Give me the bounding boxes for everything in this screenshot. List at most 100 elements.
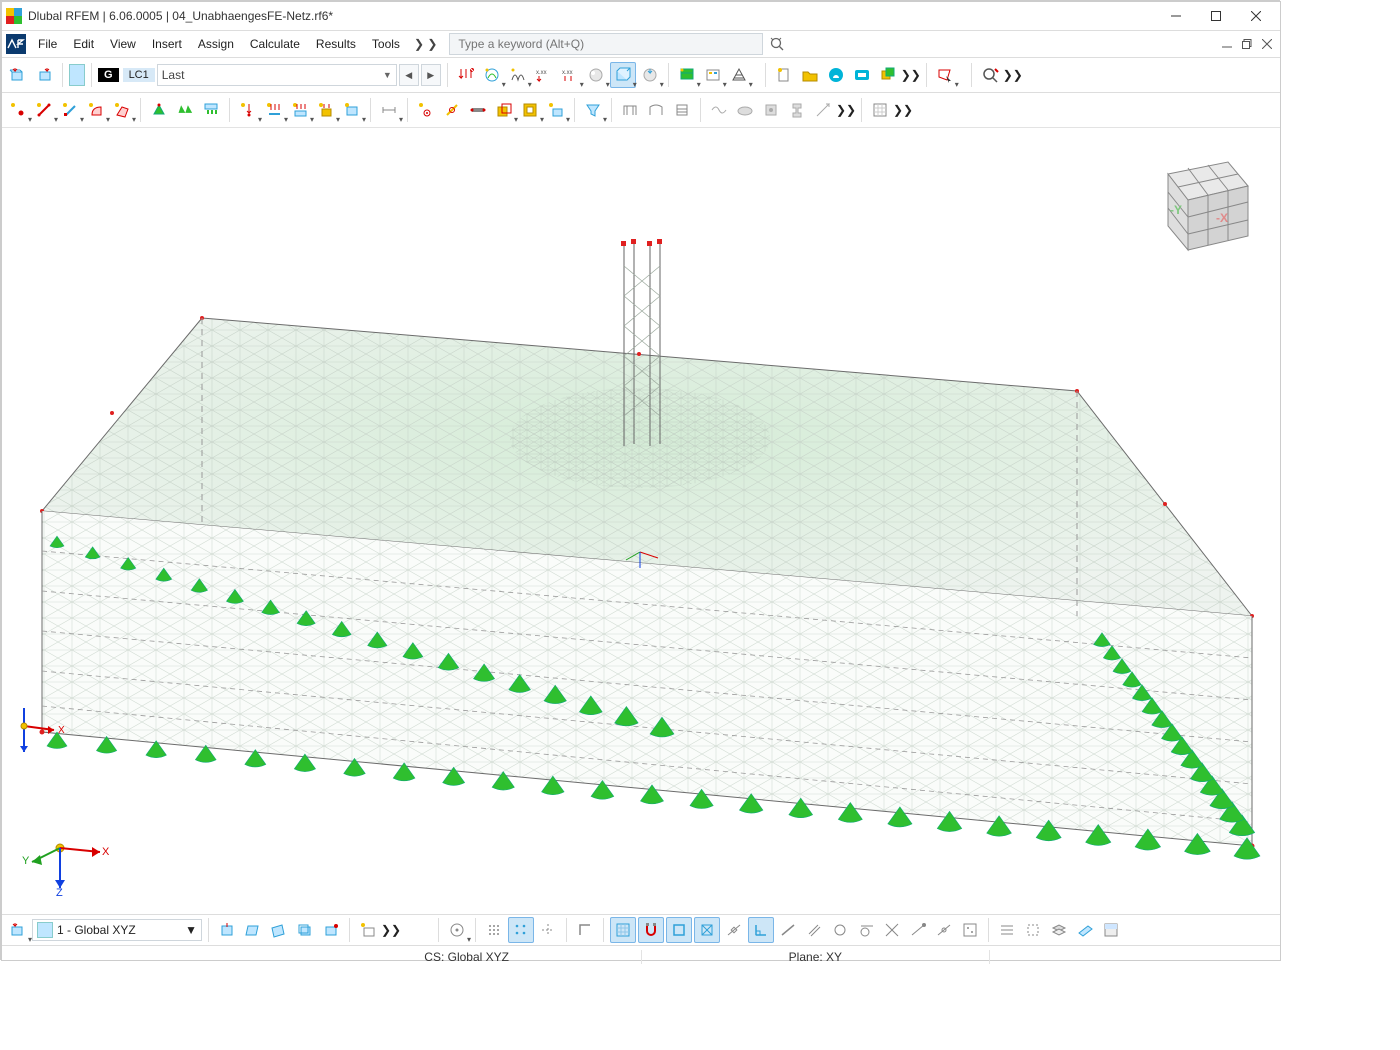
result-values-icon[interactable]: x.xx (532, 63, 556, 87)
isometric-view-icon[interactable]: ▾ (610, 62, 636, 88)
osnap-gridpt-icon[interactable] (958, 918, 982, 942)
mdi-restore-button[interactable] (1238, 36, 1256, 52)
new-solid-icon[interactable]: ▾ (110, 98, 134, 122)
search-box[interactable] (449, 33, 763, 55)
hinge-node-icon[interactable] (414, 98, 438, 122)
rigid-link-icon[interactable] (466, 98, 490, 122)
menu-overflow[interactable]: ❯ ❯ (408, 37, 443, 51)
block-manager-icon[interactable] (876, 63, 900, 87)
show-loads-icon[interactable] (454, 63, 478, 87)
ucs-2-icon[interactable] (241, 918, 265, 942)
new-model-icon[interactable] (772, 63, 796, 87)
more-tools-2[interactable]: ❯❯ (1004, 63, 1022, 87)
grid-display-icon[interactable] (868, 98, 892, 122)
menu-tools[interactable]: Tools (364, 34, 408, 54)
loadcase-next-button[interactable]: ▶ (421, 64, 441, 86)
diagram-icon[interactable] (707, 98, 731, 122)
osnap-circle-icon[interactable] (828, 918, 852, 942)
show-results-icon[interactable]: ▾ (480, 63, 504, 87)
deformation-icon[interactable]: ▾ (506, 63, 530, 87)
intersection-icon[interactable]: ▾ (492, 98, 516, 122)
ortho-icon[interactable] (573, 918, 597, 942)
view-building-icon[interactable] (670, 98, 694, 122)
new-line-icon[interactable]: ▾ (58, 98, 82, 122)
menu-file[interactable]: File (30, 34, 65, 54)
line-support-icon[interactable] (173, 98, 197, 122)
guides-display-icon[interactable] (1021, 918, 1045, 942)
osnap-mid-icon[interactable] (722, 918, 746, 942)
work-plane-right-icon[interactable] (32, 63, 56, 87)
osnap-magnet-icon[interactable] (638, 917, 664, 943)
osnap-line-icon[interactable] (776, 918, 800, 942)
nodal-support-icon[interactable] (147, 98, 171, 122)
viewport-3d[interactable]: X X Y Z -Y -X (2, 128, 1280, 914)
osnap-intersect-icon[interactable] (880, 918, 904, 942)
background-icon[interactable] (1099, 918, 1123, 942)
close-button[interactable] (1236, 2, 1276, 30)
lines-display-icon[interactable] (995, 918, 1019, 942)
loadcase-selector[interactable]: Last ▼ (157, 64, 397, 86)
menu-results[interactable]: Results (308, 34, 364, 54)
ucs-3-icon[interactable] (267, 918, 291, 942)
cloud-2-icon[interactable] (850, 63, 874, 87)
search-icon[interactable] (769, 36, 787, 52)
work-plane-left-icon[interactable] (6, 63, 30, 87)
osnap-parallel-icon[interactable] (802, 918, 826, 942)
transparency-icon[interactable]: ▾ (584, 63, 608, 87)
snap-guide-icon[interactable] (536, 918, 560, 942)
new-node-icon[interactable]: ▾ (6, 98, 30, 122)
new-load-member-icon[interactable]: ▾ (262, 98, 286, 122)
hinge-line-icon[interactable] (440, 98, 464, 122)
navigation-cube[interactable]: -Y -X (1140, 142, 1260, 262)
menu-insert[interactable]: Insert (144, 34, 190, 54)
osnap-center-icon[interactable] (694, 917, 720, 943)
osnap-endpoint-icon[interactable] (666, 917, 692, 943)
new-load-solid-icon[interactable]: ▾ (314, 98, 338, 122)
new-surface-icon[interactable]: ▾ (84, 98, 108, 122)
select-polygon-icon[interactable]: ▾ (933, 63, 957, 87)
load-wizard-icon[interactable]: ▾ (340, 98, 364, 122)
more-bottom-1[interactable]: ❯❯ (382, 918, 400, 942)
more-tools-4[interactable]: ❯❯ (894, 98, 912, 122)
osnap-perp-icon[interactable] (748, 917, 774, 943)
dimension-icon[interactable]: ▾ (377, 98, 401, 122)
maximize-button[interactable] (1196, 2, 1236, 30)
ucs-1-icon[interactable] (215, 918, 239, 942)
more-tools-1[interactable]: ❯❯ (902, 63, 920, 87)
osnap-node-icon[interactable] (906, 918, 930, 942)
new-view-icon[interactable] (356, 918, 380, 942)
display-settings-icon[interactable]: ▾ (675, 63, 699, 87)
coordinate-system-selector[interactable]: 1 - Global XYZ ▼ (32, 919, 202, 941)
ucs-5-icon[interactable] (319, 918, 343, 942)
layers-icon[interactable] (1047, 918, 1071, 942)
menu-edit[interactable]: Edit (65, 34, 102, 54)
mdi-close-button[interactable] (1258, 36, 1276, 52)
snap-grid-icon[interactable] (482, 918, 506, 942)
result-values-2-icon[interactable]: x.xx▾ (558, 63, 582, 87)
new-load-surface-icon[interactable]: ▾ (288, 98, 312, 122)
view-frame-icon[interactable] (618, 98, 642, 122)
menu-view[interactable]: View (102, 34, 144, 54)
cloud-1-icon[interactable] (824, 63, 848, 87)
new-load-node-icon[interactable]: ▾ (236, 98, 260, 122)
search-input[interactable] (456, 36, 756, 52)
new-set-icon[interactable]: ▾ (544, 98, 568, 122)
menu-calculate[interactable]: Calculate (242, 34, 308, 54)
osnap-grid-icon[interactable] (610, 917, 636, 943)
surface-support-icon[interactable] (199, 98, 223, 122)
vector-icon[interactable] (811, 98, 835, 122)
ucs-4-icon[interactable] (293, 918, 317, 942)
more-tools-3[interactable]: ❯❯ (837, 98, 855, 122)
stress-point-icon[interactable] (759, 98, 783, 122)
new-member-icon[interactable]: ▾ (32, 98, 56, 122)
app-menu-icon[interactable] (6, 34, 26, 54)
plane-display-icon[interactable] (1073, 918, 1097, 942)
mesh-settings-icon[interactable]: ▾ (727, 63, 751, 87)
contour-icon[interactable] (733, 98, 757, 122)
calculation-icon[interactable]: ▾ (701, 63, 725, 87)
snap-object-icon[interactable] (508, 917, 534, 943)
snap-settings-icon[interactable]: ▾ (445, 918, 469, 942)
osnap-near-icon[interactable] (932, 918, 956, 942)
work-plane-bottom-icon[interactable]: ▾ (6, 918, 30, 942)
view-direction-icon[interactable]: ▾ (638, 63, 662, 87)
